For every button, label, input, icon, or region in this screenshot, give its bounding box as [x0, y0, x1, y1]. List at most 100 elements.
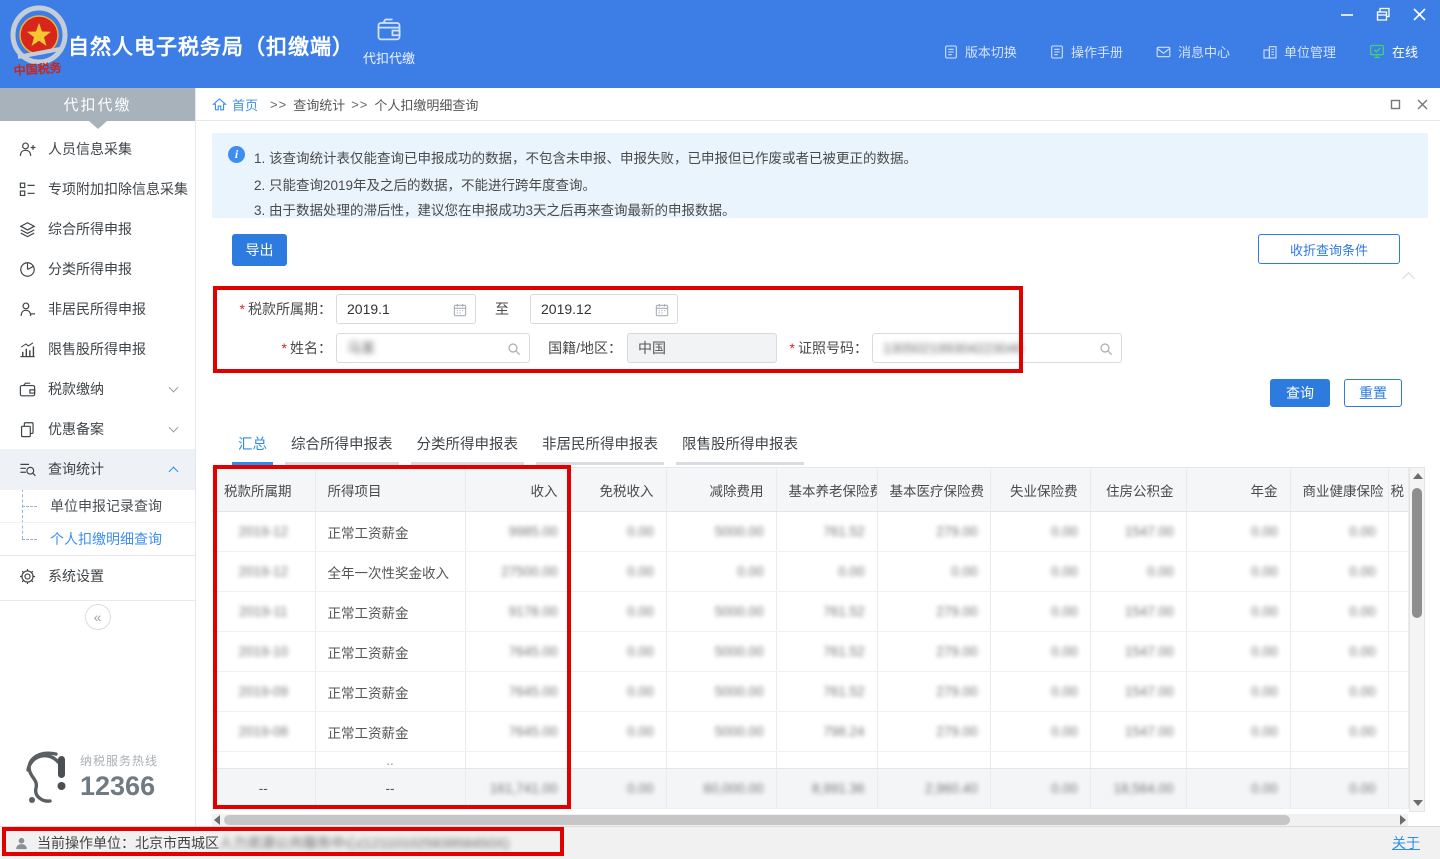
menu-message-center[interactable]: 消息中心	[1155, 42, 1230, 61]
period-to-input[interactable]: 2019.12	[530, 294, 678, 324]
horizontal-scrollbar[interactable]	[212, 814, 1408, 826]
table-header-row: 税款所属期 所得项目 收入 免税收入 减除费用 基本养老保险费 基本医疗保险费 …	[212, 468, 1408, 512]
table-row: 2019-10 正常工资薪金 7645.00 0.00 5000.00 761.…	[212, 632, 1408, 672]
hotline-logo-icon	[16, 748, 72, 806]
table-row: 2019-08 正常工资薪金 7645.00 0.00 5000.00 798.…	[212, 712, 1408, 752]
sidebar-title: 代扣代缴	[0, 88, 195, 121]
header-nav-withholding[interactable]: 代扣代缴	[346, 16, 432, 67]
menu-operation-manual[interactable]: 操作手册	[1049, 42, 1123, 61]
scroll-down-icon[interactable]	[1413, 800, 1423, 806]
menu-org-management[interactable]: 单位管理	[1262, 42, 1336, 61]
col-pension: 基本养老保险费	[776, 468, 877, 512]
sidebar-subitem-personal-withholding-query[interactable]: 个人扣缴明细查询	[0, 522, 195, 555]
status-bar: 当前操作单位：北京市西城区人力资源公共服务中心(1211010258395845…	[0, 826, 1440, 859]
tab-comprehensive[interactable]: 综合所得申报表	[285, 428, 399, 465]
app-header: 中国税务 自然人电子税务局（扣缴端） 代扣代缴 版本切换 操作手册	[0, 0, 1440, 88]
close-tab-icon[interactable]	[1417, 99, 1428, 110]
col-income-item: 所得项目	[315, 468, 465, 512]
building-icon	[1262, 44, 1278, 60]
sidebar-item-tax-payment[interactable]: 税款缴纳	[0, 369, 195, 409]
sidebar-item-special-deduction[interactable]: 专项附加扣除信息采集	[0, 169, 195, 209]
sidebar-item-restricted-shares[interactable]: 限售股所得申报	[0, 329, 195, 369]
col-housing-fund: 住房公积金	[1090, 468, 1186, 512]
app-title: 自然人电子税务局（扣缴端）	[68, 31, 354, 61]
sidebar-item-query-statistics[interactable]: 查询统计	[0, 449, 195, 489]
bar-chart-icon	[18, 340, 37, 359]
col-period: 税款所属期	[212, 468, 315, 512]
person-icon	[18, 300, 37, 319]
restore-tab-icon[interactable]	[1390, 99, 1401, 110]
export-button[interactable]: 导出	[232, 234, 287, 266]
sidebar-item-system-settings[interactable]: 系统设置	[0, 556, 195, 596]
id-number-label: *证照号码：	[784, 333, 868, 363]
tab-classified[interactable]: 分类所得申报表	[411, 428, 525, 465]
col-annuity: 年金	[1186, 468, 1290, 512]
info-icon: i	[228, 146, 245, 163]
to-label: 至	[492, 294, 512, 324]
search-icon[interactable]	[1098, 341, 1114, 357]
tab-restricted-shares[interactable]: 限售股所得申报表	[676, 428, 804, 465]
window-controls	[1336, 5, 1430, 23]
sidebar-item-preference-filing[interactable]: 优惠备案	[0, 409, 195, 449]
tab-nonresident[interactable]: 非居民所得申报表	[536, 428, 664, 465]
vertical-scrollbar[interactable]	[1409, 467, 1425, 812]
col-unemployment: 失业保险费	[990, 468, 1090, 512]
layers-icon	[18, 220, 37, 239]
search-icon[interactable]	[506, 341, 522, 357]
search-list-icon	[18, 460, 37, 479]
scroll-right-icon[interactable]	[1400, 815, 1406, 825]
tab-summary[interactable]: 汇总	[232, 428, 273, 465]
hotline-label: 纳税服务热线	[80, 752, 158, 769]
vertical-scrollbar-thumb[interactable]	[1412, 488, 1422, 618]
table-row: 2019-11 正常工资薪金 9178.00 0.00 5000.00 761.…	[212, 592, 1408, 632]
hotline-block: 纳税服务热线 12366	[16, 748, 158, 806]
period-from-input[interactable]: 2019.1	[336, 294, 476, 324]
sidebar-divider	[0, 600, 195, 601]
collapse-caret-icon	[1402, 272, 1415, 285]
sidebar-item-personnel-info[interactable]: 人员信息采集	[0, 129, 195, 169]
name-input[interactable]: 马某	[336, 333, 530, 363]
col-health-insurance: 商业健康保险	[1290, 468, 1388, 512]
nationality-label: 国籍/地区：	[538, 333, 622, 363]
user-icon	[14, 836, 29, 851]
svg-text:中国税务: 中国税务	[13, 60, 63, 78]
id-number-input[interactable]: 130502199304223046	[872, 333, 1122, 363]
withholding-detail-table: 税款所属期 所得项目 收入 免税收入 减除费用 基本养老保险费 基本医疗保险费 …	[212, 467, 1409, 809]
copy-icon	[18, 420, 37, 439]
operator-unit-text: 当前操作单位：北京市西城区人力资源公共服务中心(1211010258395845…	[37, 833, 509, 853]
sidebar-item-nonresident-income[interactable]: 非居民所得申报	[0, 289, 195, 329]
sidebar: 代扣代缴 人员信息采集 专项附加扣除信息采集 综合所得申报 分类所得申报	[0, 88, 196, 826]
tab-controls	[1390, 88, 1428, 121]
calendar-icon[interactable]	[452, 302, 468, 318]
sidebar-submenu: 单位申报记录查询 个人扣缴明细查询	[0, 489, 195, 556]
restore-icon[interactable]	[1372, 5, 1394, 23]
close-icon[interactable]	[1408, 5, 1430, 23]
col-medical: 基本医疗保险费	[877, 468, 990, 512]
sidebar-item-classified-income[interactable]: 分类所得申报	[0, 249, 195, 289]
calendar-icon[interactable]	[654, 302, 670, 318]
nationality-input: 中国	[627, 333, 777, 363]
home-icon[interactable]	[212, 97, 227, 112]
about-link[interactable]: 关于	[1392, 833, 1420, 853]
chevron-down-icon	[169, 423, 179, 433]
table-total-row: -- -- 161,741.00 0.00 60,000.00 8,991.36…	[212, 769, 1408, 809]
sidebar-menu: 人员信息采集 专项附加扣除信息采集 综合所得申报 分类所得申报 非居民所得申报 …	[0, 129, 195, 601]
sidebar-collapse-button[interactable]: «	[85, 604, 111, 630]
china-tax-emblem-logo: 中国税务	[10, 5, 68, 81]
sidebar-subitem-unit-declaration-query[interactable]: 单位申报记录查询	[0, 489, 195, 522]
minimize-icon[interactable]	[1336, 5, 1358, 23]
menu-online-status[interactable]: 在线	[1368, 42, 1418, 61]
horizontal-scrollbar-thumb[interactable]	[224, 815, 1290, 825]
menu-version-switch[interactable]: 版本切换	[943, 42, 1017, 61]
hotline-number: 12366	[80, 771, 158, 802]
breadcrumb-home-link[interactable]: 首页	[232, 95, 258, 114]
scroll-left-icon[interactable]	[214, 815, 220, 825]
pie-chart-icon	[18, 260, 37, 279]
sidebar-item-comprehensive-income[interactable]: 综合所得申报	[0, 209, 195, 249]
reset-button[interactable]: 重置	[1344, 379, 1402, 407]
query-button[interactable]: 查询	[1270, 379, 1330, 407]
collapse-filter-button[interactable]: 收折查询条件	[1258, 234, 1400, 264]
top-menu: 版本切换 操作手册 消息中心 单位管理 在线	[943, 42, 1418, 61]
result-tabs: 汇总 综合所得申报表 分类所得申报表 非居民所得申报表 限售股所得申报表	[232, 428, 804, 465]
scroll-up-icon[interactable]	[1413, 473, 1423, 479]
